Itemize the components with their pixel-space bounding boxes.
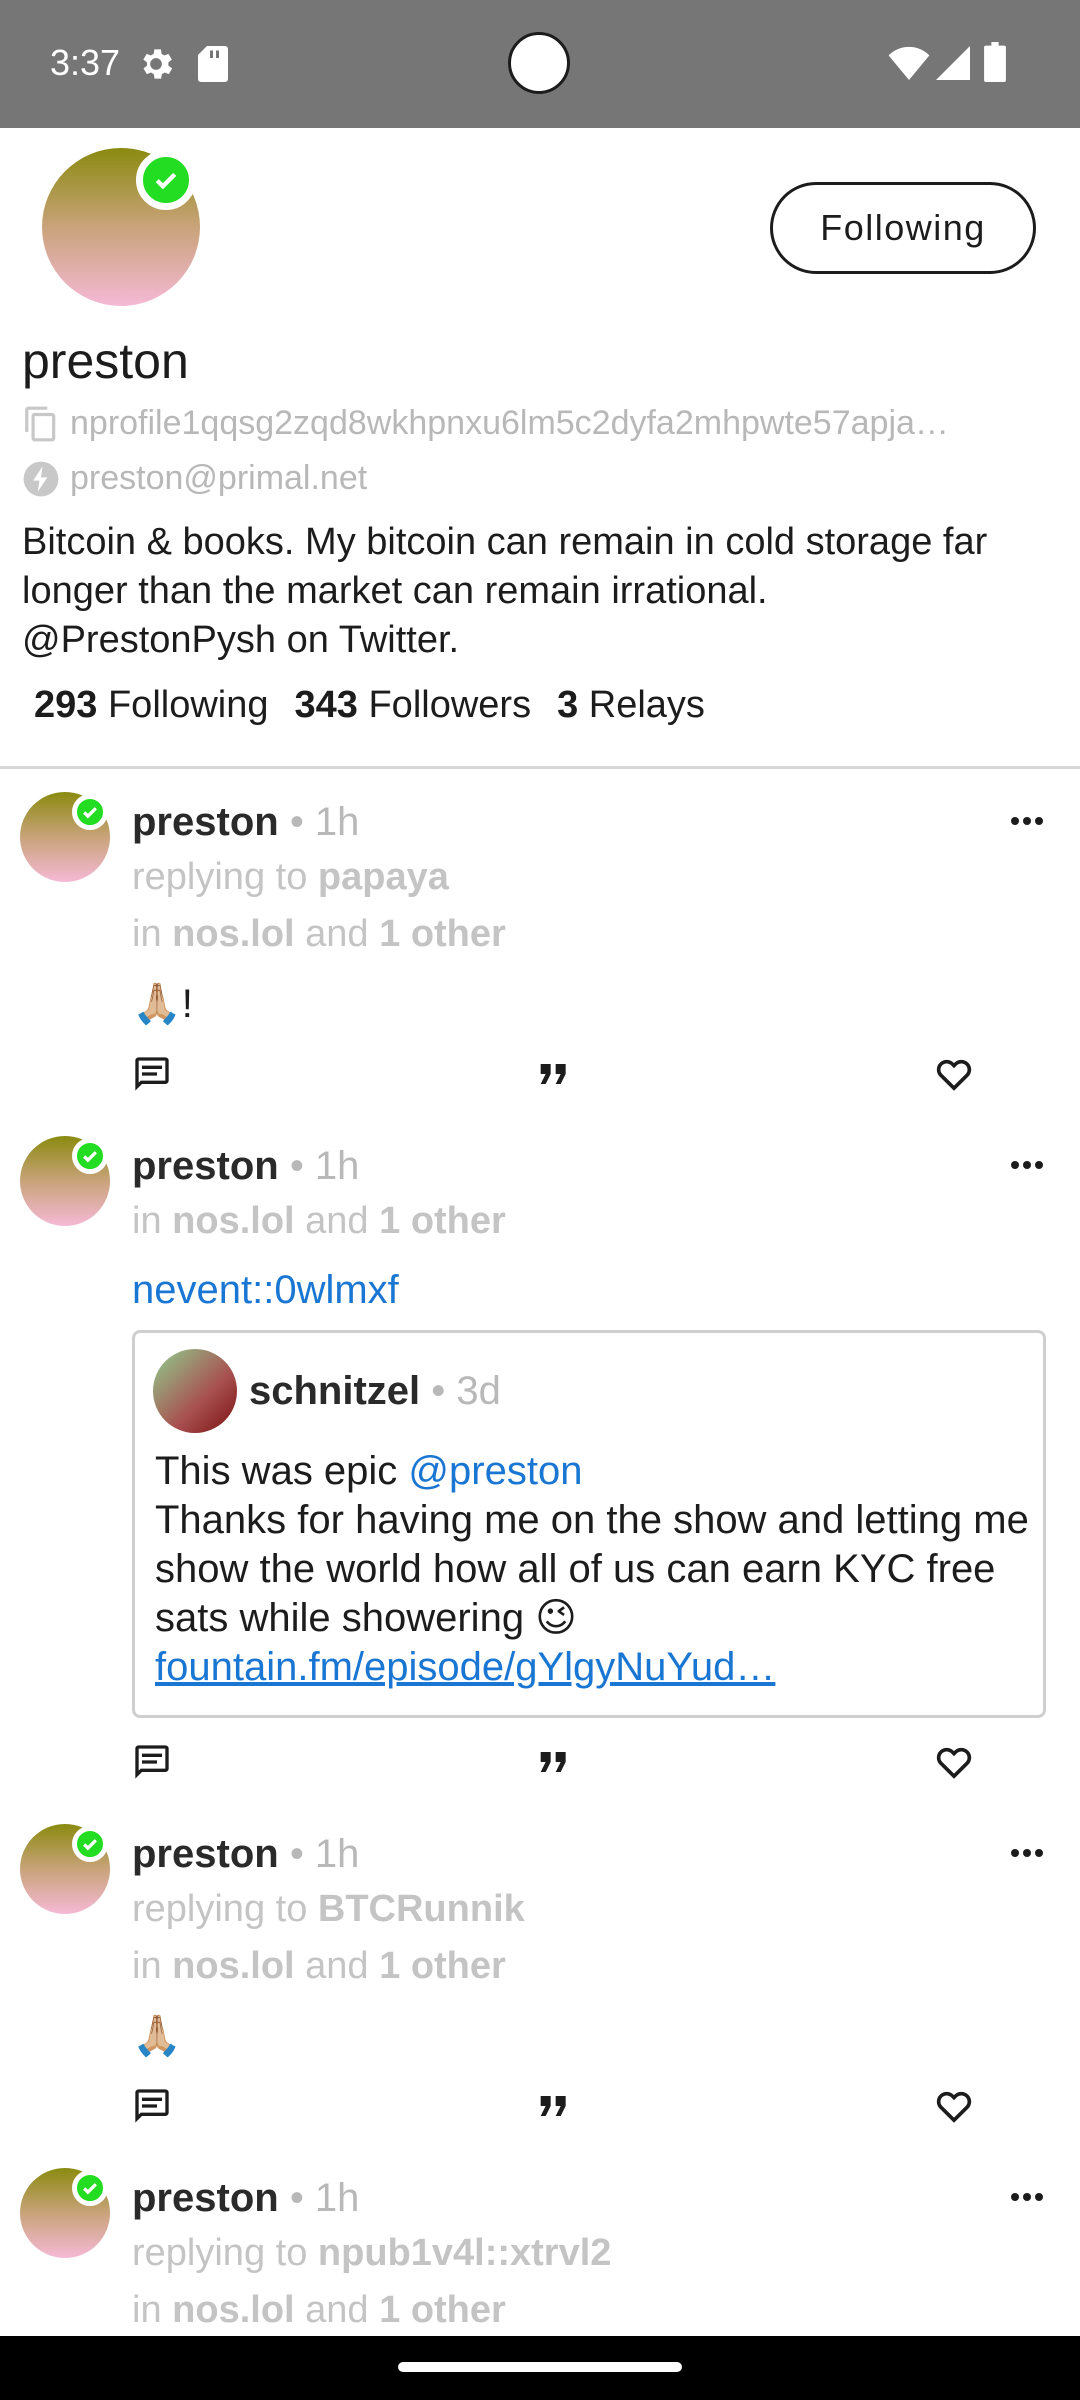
reply-context: replying to papaya [132,856,449,898]
relays-stat[interactable]: 3 Relays [557,684,705,727]
home-gesture-handle[interactable] [398,2362,682,2372]
npub-text: nprofile1qqsg2zqd8wkhpnxu6lm5c2dyfa2mhpw… [70,404,949,442]
clock: 3:37 [50,42,121,83]
profile-bio: Bitcoin & books. My bitcoin can remain i… [22,521,988,661]
episode-link[interactable]: fountain.fm/episode/gYlgyNuYud… [155,1645,775,1689]
profile-name: preston [22,333,189,389]
nip05-row: preston@primal.net [22,459,367,498]
profile-stats: 293 Following 343 Followers 3 Relays [34,684,705,727]
lightning-icon [23,461,59,496]
like-icon[interactable] [934,1054,974,1094]
quote-icon[interactable] [534,1742,574,1782]
verified-badge-icon [72,794,108,830]
quoted-note[interactable]: schnitzel • 3d This was epic @preston Th… [132,1330,1046,1718]
copy-icon[interactable] [22,405,60,443]
relay-context: in nos.lol and 1 other [132,2289,506,2331]
more-options-icon[interactable] [1010,2192,1044,2202]
note-author[interactable]: preston • 1h [132,1144,359,1189]
more-options-icon[interactable] [1010,1848,1044,1858]
npub-row[interactable]: nprofile1qqsg2zqd8wkhpnxu6lm5c2dyfa2mhpw… [22,404,949,443]
verified-badge-icon [72,2170,108,2206]
verified-badge-icon [136,150,196,210]
avatar[interactable] [153,1349,237,1433]
like-icon[interactable] [934,1742,974,1782]
signal-icon [936,46,970,80]
relay-context: in nos.lol and 1 other [132,1945,506,1987]
like-icon[interactable] [934,2086,974,2126]
quote-icon[interactable] [534,1054,574,1094]
note-text: 🙏🏼! [132,982,193,1026]
status-bar: 3:37 [0,0,1080,128]
reply-icon[interactable] [132,1742,172,1782]
note-text: 🙏🏼 [132,2014,182,2058]
more-options-icon[interactable] [1010,1160,1044,1170]
gesture-nav-bar [0,2336,1080,2400]
verified-badge-icon [72,1138,108,1174]
relay-context: in nos.lol and 1 other [132,1200,506,1242]
nevent-link[interactable]: nevent::0wlmxf [132,1268,399,1313]
reply-context: replying to BTCRunnik [132,1888,525,1930]
settings-icon [143,49,173,79]
quote-icon[interactable] [534,2086,574,2126]
more-options-icon[interactable] [1010,816,1044,826]
reply-icon[interactable] [132,2086,172,2126]
nip05-text: preston@primal.net [70,459,368,497]
note-author[interactable]: preston • 1h [132,800,359,845]
reply-context: replying to npub1v4l::xtrvl2 [132,2232,612,2274]
camera-cutout [508,32,570,94]
mention-link[interactable]: @preston [408,1449,582,1493]
quoted-author[interactable]: schnitzel • 3d [249,1369,501,1414]
divider [0,766,1080,769]
reply-icon[interactable] [132,1054,172,1094]
quoted-text: This was epic @preston Thanks for having… [155,1449,1029,1689]
verified-badge-icon [72,1826,108,1862]
followers-stat[interactable]: 343 Followers [295,684,532,727]
relay-context: in nos.lol and 1 other [132,913,506,955]
note-author[interactable]: preston • 1h [132,2176,359,2221]
battery-icon [984,42,1006,82]
wifi-icon [888,46,930,80]
following-stat[interactable]: 293 Following [34,684,269,727]
sd-card-icon [198,46,228,82]
following-button[interactable]: Following [770,182,1036,274]
note-author[interactable]: preston • 1h [132,1832,359,1877]
